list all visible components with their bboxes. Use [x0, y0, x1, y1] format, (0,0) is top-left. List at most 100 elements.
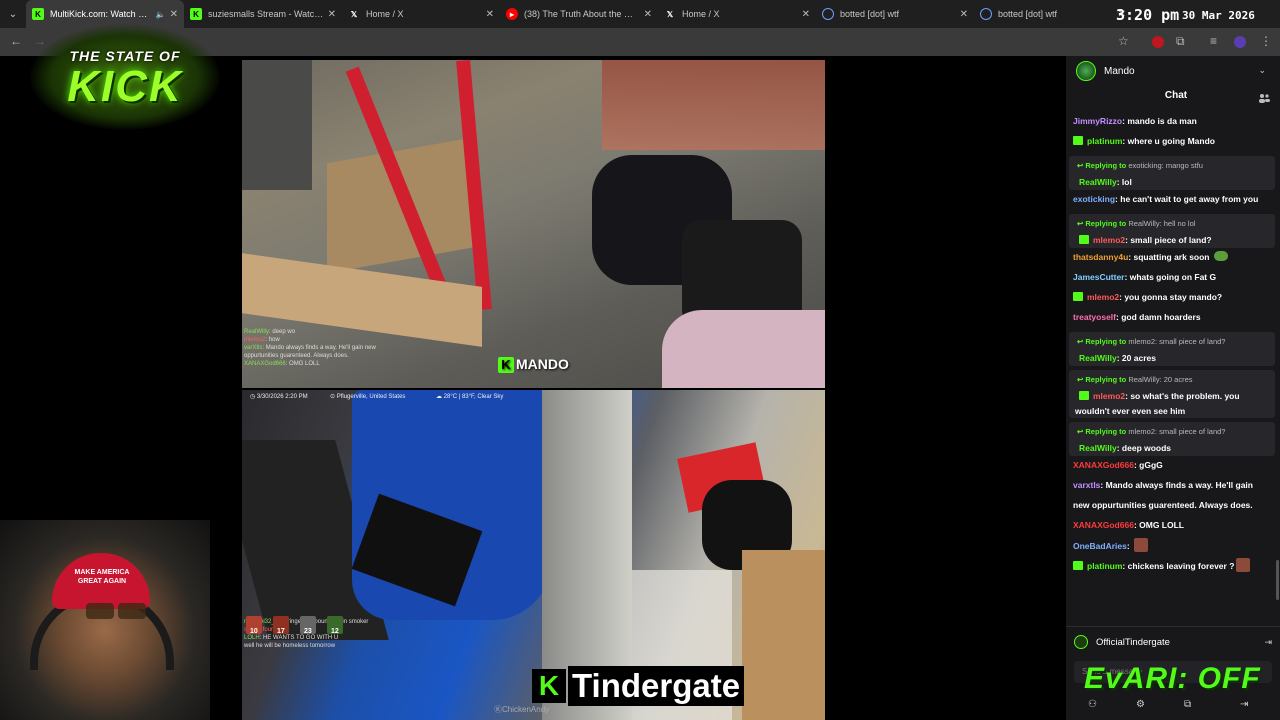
reply-to-user: exoticking [1128, 161, 1162, 170]
chat-scrollbar[interactable] [1276, 560, 1279, 600]
reply-message[interactable]: ↩ Replying to mlemo2: small piece of lan… [1069, 332, 1275, 366]
back-arrow-icon[interactable]: ← [10, 34, 22, 48]
close-tab-icon[interactable]: ✕ [486, 9, 494, 20]
collapse-icon[interactable]: ⇥ [1240, 699, 1248, 710]
chat-message[interactable]: JamesCutter: whats going on Fat G [1073, 270, 1275, 285]
close-tab-icon[interactable]: ✕ [960, 9, 968, 20]
chat-message[interactable]: thatsdanny4u: squatting ark soon [1073, 250, 1275, 265]
chat-message[interactable]: treatyoself: god damn hoarders [1073, 310, 1275, 325]
media-controls-icon[interactable]: ≡ [1210, 34, 1217, 48]
kick-logo-icon: K [532, 669, 566, 703]
browser-tab[interactable]: botted [dot] wtf ✕ [974, 0, 1132, 28]
mini-chat-user: mlemo2 [244, 337, 266, 343]
tab-search-chevron-icon[interactable]: ⌄ [0, 0, 26, 28]
reply-context: ↩ Replying to RealWilly: 20 acres [1077, 375, 1193, 384]
chat-message[interactable]: XANAXGod666: OMG LOLL [1073, 518, 1275, 533]
speaker-icon[interactable]: 🔈 [156, 10, 166, 19]
chat-message[interactable]: XANAXGod666: gGgG [1073, 458, 1275, 473]
mini-chat-line: well he will be homeless tomorrow [244, 642, 368, 650]
add-user-icon[interactable]: ⚇ [1088, 699, 1097, 710]
chat-username[interactable]: treatyoself [1073, 312, 1116, 322]
chat-username[interactable]: varxtls [1073, 480, 1100, 490]
reply-context: ↩ Replying to exoticking: mango stfu [1077, 161, 1203, 170]
chevron-down-icon[interactable]: ⌄ [1258, 65, 1266, 76]
chat-username[interactable]: mlemo2 [1093, 391, 1125, 401]
close-tab-icon[interactable]: ✕ [802, 9, 810, 20]
browser-menu-icon[interactable]: ⋮ [1260, 34, 1272, 48]
subscriber-badge-icon [1073, 136, 1083, 145]
chat-username[interactable]: RealWilly [1079, 177, 1117, 187]
reply-message[interactable]: ↩ Replying to exoticking: mango stfu Real… [1069, 156, 1275, 190]
profile-avatar-icon[interactable] [1234, 36, 1246, 48]
chat-username[interactable]: mlemo2 [1087, 292, 1119, 302]
logout-icon[interactable]: ⇥ [1264, 637, 1272, 648]
reply-quote: small piece of land? [1159, 427, 1226, 436]
reply-prefix: Replying to [1085, 337, 1127, 346]
browser-tab[interactable]: Ksuziesmalls Stream - Watch Live ✕ [184, 0, 342, 28]
close-tab-icon[interactable]: ✕ [644, 9, 652, 20]
reply-body: mlemo2: small piece of land? [1079, 235, 1212, 245]
extension-red-icon[interactable] [1152, 36, 1164, 48]
browser-tab[interactable]: 𝕏 Home / X ✕ [658, 0, 816, 28]
chat-username[interactable]: OneBadAries [1073, 541, 1127, 551]
reply-message[interactable]: ↩ Replying to RealWilly: hell no lol mlem… [1069, 214, 1275, 248]
reply-context: ↩ Replying to RealWilly: hell no lol [1077, 219, 1196, 228]
chat-username[interactable]: RealWilly [1079, 353, 1117, 363]
sunglasses-shape [86, 603, 150, 619]
bookmark-star-icon[interactable]: ☆ [1118, 34, 1129, 48]
reply-to-user: RealWilly [1128, 375, 1160, 384]
kick-logo-icon: Ⓚ [494, 705, 502, 714]
frog-emote-icon [1213, 251, 1228, 261]
top-stream-video[interactable]: RealWilly: deep wo mlemo2: how varXtls: Ma… [242, 60, 825, 388]
chat-username[interactable]: XANAXGod666 [1073, 460, 1134, 470]
extensions-puzzle-icon[interactable]: ⧉ [1176, 34, 1185, 49]
chat-username[interactable]: mlemo2 [1093, 235, 1125, 245]
forward-arrow-icon[interactable]: → [34, 34, 46, 48]
browser-tab[interactable]: ▸ (38) The Truth About the Girl B ✕ [500, 0, 658, 28]
reply-to-user: mlemo2 [1128, 427, 1155, 436]
tab-title: botted [dot] wtf [840, 9, 900, 19]
chat-username[interactable]: platinum [1087, 561, 1122, 571]
sender-identity[interactable]: OfficialTindergate [1074, 635, 1170, 649]
chat-username[interactable]: RealWilly [1079, 443, 1117, 453]
reply-quote: hell no lol [1163, 219, 1196, 228]
chat-username[interactable]: thatsdanny4u [1073, 252, 1128, 262]
reply-to-user: RealWilly [1128, 219, 1160, 228]
chat-username[interactable]: JamesCutter [1073, 272, 1125, 282]
browser-tab[interactable]: K MultiKick.com: Watch Multi 🔈 ✕ [26, 0, 184, 28]
chat-text: so what's the problem. you [1130, 391, 1240, 401]
chat-message[interactable]: exoticking: he can't wait to get away fr… [1073, 192, 1275, 207]
users-icon[interactable] [1258, 93, 1270, 103]
caption-text: Tindergate [568, 666, 745, 706]
browser-tab[interactable]: 𝕏 Home / X ✕ [342, 0, 500, 28]
chat-message[interactable]: mlemo2: you gonna stay mando? [1073, 290, 1275, 305]
mini-chat-user: RealWilly [244, 329, 270, 335]
tab-title: Home / X [366, 9, 404, 19]
chat-text: Mando always finds a way. He'll gain [1105, 480, 1253, 490]
chat-message[interactable]: OneBadAries: [1073, 538, 1275, 554]
channel-header[interactable]: Mando ⌄ [1066, 56, 1280, 86]
chat-username[interactable]: exoticking [1073, 194, 1115, 204]
popout-icon[interactable]: ⧉ [1184, 699, 1191, 710]
chat-message[interactable]: varxtls: Mando always finds a way. He'll… [1073, 478, 1275, 493]
browser-tab[interactable]: botted [dot] wtf ✕ [816, 0, 974, 28]
mini-chat-text: deep wo [272, 329, 296, 335]
reply-prefix: Replying to [1085, 375, 1127, 384]
reply-message[interactable]: ↩ Replying to mlemo2: small piece of lan… [1069, 422, 1275, 456]
chat-text: 20 acres [1121, 353, 1156, 363]
chat-panel: Mando ⌄ Chat JimmyRizzo: mando is da man… [1066, 56, 1280, 720]
close-tab-icon[interactable]: ✕ [328, 9, 336, 20]
chat-username[interactable]: platinum [1087, 136, 1122, 146]
tab-title: MultiKick.com: Watch Multi [50, 9, 153, 19]
browser-tab-bar: ⌄ K MultiKick.com: Watch Multi 🔈 ✕ Ksuziesma… [0, 0, 1280, 28]
chat-username[interactable]: JimmyRizzo [1073, 116, 1122, 126]
chat-message[interactable]: platinum: where u going Mando [1073, 134, 1275, 149]
tab-title: botted [dot] wtf [998, 9, 1058, 19]
cap-text: MAKE AMERICA GREAT AGAIN [74, 569, 130, 585]
reply-message[interactable]: ↩ Replying to RealWilly: 20 acres mlemo2:… [1069, 370, 1275, 418]
chat-username[interactable]: XANAXGod666 [1073, 520, 1134, 530]
chat-message[interactable]: JimmyRizzo: mando is da man [1073, 114, 1275, 129]
settings-gear-icon[interactable]: ⚙ [1136, 699, 1145, 710]
chat-message[interactable]: platinum: chickens leaving forever ? [1073, 558, 1275, 574]
close-tab-icon[interactable]: ✕ [170, 9, 178, 20]
